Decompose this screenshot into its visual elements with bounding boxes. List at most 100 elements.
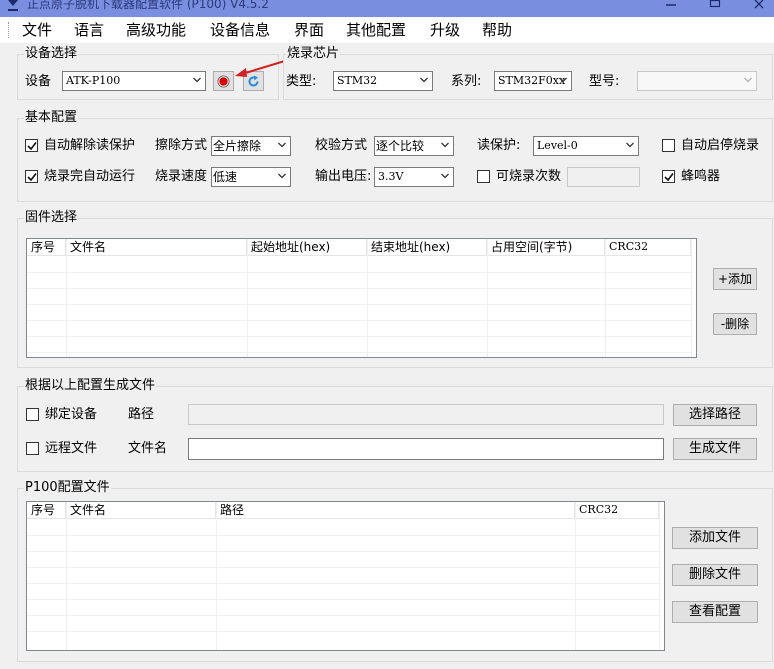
chip-type-combo[interactable]: STM32 <box>333 71 433 91</box>
p100-title: P100配置文件 <box>24 480 111 495</box>
chevron-down-icon <box>559 77 567 83</box>
menu-help[interactable]: 帮助 <box>482 21 512 39</box>
bind-device-checkbox[interactable] <box>26 408 39 421</box>
firmware-col-start[interactable]: 起始地址(hex) <box>247 239 367 256</box>
grid-line <box>659 502 660 650</box>
checkmark-icon <box>27 173 37 182</box>
erase-combo[interactable]: 全片擦除 <box>211 136 291 156</box>
grid-line <box>247 239 248 357</box>
chevron-down-icon <box>441 142 449 148</box>
chevron-down-icon <box>626 142 634 148</box>
chevron-down-icon <box>278 142 286 148</box>
grid-line <box>27 551 659 552</box>
path-label: 路径 <box>128 407 155 422</box>
checkmark-icon <box>27 142 37 151</box>
device-combo[interactable]: ATK-P100 <box>62 71 206 91</box>
firmware-col-filename[interactable]: 文件名 <box>66 239 247 256</box>
menu-language[interactable]: 语言 <box>74 21 104 39</box>
menu-file[interactable]: 文件 <box>22 21 52 39</box>
count-field[interactable] <box>567 167 640 187</box>
firmware-add-button[interactable]: +添加 <box>713 268 757 290</box>
grid-line <box>27 583 659 584</box>
p100-add-file-button[interactable]: 添加文件 <box>672 527 758 549</box>
grid-line <box>575 502 576 650</box>
chip-model-combo[interactable] <box>637 71 757 91</box>
filename-field[interactable] <box>188 438 664 460</box>
count-enable-label: 可烧录次数 <box>496 169 562 184</box>
grid-line <box>367 239 368 357</box>
window-title: 正点原子脱机下载器配置软件 (P100) V4.5.2 <box>27 0 269 11</box>
menu-interface[interactable]: 界面 <box>294 21 324 39</box>
grid-line <box>27 272 691 273</box>
minimize-button[interactable] <box>649 0 693 14</box>
verify-combo[interactable]: 逐个比较 <box>374 136 454 156</box>
close-button[interactable] <box>737 0 774 14</box>
grid-line <box>27 320 691 321</box>
firmware-remove-button[interactable]: -删除 <box>713 313 757 335</box>
maximize-button[interactable] <box>693 0 737 14</box>
grid-line <box>27 352 691 353</box>
filename-label: 文件名 <box>128 441 168 456</box>
p100-table[interactable]: 序号 文件名 路径 CRC32 <box>26 501 665 651</box>
device-select-title: 设备选择 <box>24 46 79 61</box>
remote-file-label: 远程文件 <box>45 441 98 456</box>
generate-file-button[interactable]: 生成文件 <box>673 438 757 460</box>
grid-line <box>27 288 691 289</box>
readprot-value: Level-0 <box>537 139 578 152</box>
remote-file-checkbox[interactable] <box>26 442 39 455</box>
bind-device-label: 绑定设备 <box>45 407 98 422</box>
menu-advanced[interactable]: 高级功能 <box>126 21 186 39</box>
menu-device-info[interactable]: 设备信息 <box>210 21 270 39</box>
grid-line <box>66 502 67 650</box>
p100-delete-file-button[interactable]: 删除文件 <box>672 564 758 586</box>
grid-line <box>27 631 659 632</box>
auto-start-label: 自动启停烧录 <box>681 138 760 153</box>
record-button[interactable] <box>213 71 234 91</box>
voltage-label: 输出电压: <box>315 169 372 184</box>
p100-col-index[interactable]: 序号 <box>27 502 66 519</box>
menu-other-config[interactable]: 其他配置 <box>346 21 406 39</box>
checkmark-icon <box>664 173 674 182</box>
chevron-down-icon <box>441 173 449 179</box>
speed-label: 烧录速度 <box>155 169 208 184</box>
grid-line <box>27 599 659 600</box>
firmware-col-size[interactable]: 占用空间(字节) <box>487 239 605 256</box>
auto-run-checkbox[interactable] <box>25 170 38 183</box>
chip-type-value: STM32 <box>337 74 378 87</box>
grid-line <box>27 615 659 616</box>
p100-view-config-button[interactable]: 查看配置 <box>672 601 758 623</box>
auto-unprotect-checkbox[interactable] <box>25 139 38 152</box>
auto-run-label: 烧录完自动运行 <box>44 169 136 184</box>
speed-combo[interactable]: 低速 <box>211 167 291 187</box>
chip-series-label: 系列: <box>451 74 482 89</box>
chevron-down-icon <box>193 77 201 83</box>
generate-title: 根据以上配置生成文件 <box>24 378 157 393</box>
path-field[interactable] <box>188 404 664 425</box>
device-label: 设备 <box>25 74 52 89</box>
voltage-value: 3.3V <box>378 170 404 183</box>
choose-path-button[interactable]: 选择路径 <box>673 404 757 426</box>
grid-line <box>27 535 659 536</box>
p100-col-path[interactable]: 路径 <box>216 502 575 519</box>
p100-col-crc[interactable]: CRC32 <box>575 502 659 519</box>
firmware-col-end[interactable]: 结束地址(hex) <box>367 239 487 256</box>
chevron-down-icon <box>744 77 752 83</box>
count-enable-checkbox[interactable] <box>477 170 490 183</box>
firmware-col-index[interactable]: 序号 <box>27 239 66 256</box>
chevron-down-icon <box>420 77 428 83</box>
grid-line <box>691 239 692 357</box>
menu-upgrade[interactable]: 升级 <box>430 21 460 39</box>
auto-start-checkbox[interactable] <box>662 139 675 152</box>
voltage-combo[interactable]: 3.3V <box>374 167 454 187</box>
firmware-col-crc[interactable]: CRC32 <box>605 239 691 256</box>
chip-series-combo[interactable]: STM32F0xx <box>494 71 572 91</box>
grid-line <box>27 567 659 568</box>
firmware-table[interactable]: 序号 文件名 起始地址(hex) 结束地址(hex) 占用空间(字节) CRC3… <box>26 238 697 358</box>
chip-model-label: 型号: <box>589 74 620 89</box>
verify-label: 校验方式 <box>315 138 368 153</box>
verify-value: 逐个比较 <box>376 139 425 153</box>
buzzer-checkbox[interactable] <box>662 170 675 183</box>
readprot-combo[interactable]: Level-0 <box>533 136 639 156</box>
grid-line <box>216 502 217 650</box>
p100-col-filename[interactable]: 文件名 <box>66 502 216 519</box>
